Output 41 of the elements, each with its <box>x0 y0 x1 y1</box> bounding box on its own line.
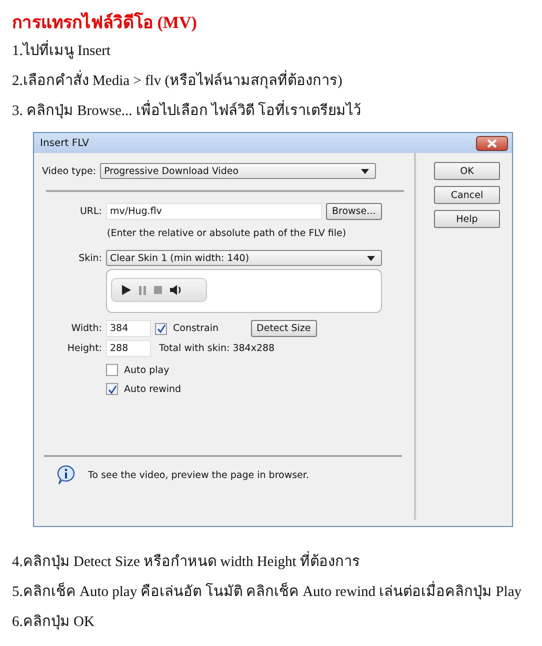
close-icon <box>487 138 497 148</box>
step-text: 1.ไปที่เมนู Insert <box>12 36 542 66</box>
checkbox-label: Auto play <box>124 364 170 376</box>
field-label: Skin: <box>78 252 102 264</box>
dropdown-arrow-icon <box>361 168 370 174</box>
step-text: 4.คลิกปุ่ม Detect Size หรือกำหนด width Height ที่ต้องการ <box>12 547 542 577</box>
browse-button[interactable]: Browse... <box>326 203 382 220</box>
video-type-dropdown[interactable]: Progressive Download Video <box>100 163 376 179</box>
info-icon <box>56 465 76 485</box>
close-button[interactable] <box>476 136 508 150</box>
url-field[interactable]: mv/Hug.flv <box>106 203 322 220</box>
step-text: 2.เลือกคำสั่ง Media > flv (หรือไฟล์นามสกุลที่ต้องการ) <box>12 66 542 96</box>
play-icon <box>122 285 131 295</box>
field-label: Height: <box>66 343 102 354</box>
field-label: URL: <box>78 206 102 217</box>
dialog-button[interactable]: Help <box>434 210 500 228</box>
checkbox[interactable] <box>106 383 118 395</box>
checkbox-label: Auto rewind <box>124 384 182 394</box>
window-title: Insert FLV <box>40 138 89 148</box>
heading: การแทรกไฟล์วิดีโอ (MV) <box>12 11 198 34</box>
height-field[interactable]: 288 <box>106 340 151 357</box>
dialog-button[interactable]: OK <box>434 162 500 180</box>
skin-dropdown[interactable]: Clear Skin 1 (min width: 140) <box>106 250 382 266</box>
dialog-button[interactable]: Cancel <box>434 186 500 204</box>
step-text: 5.คลิกเช็ค Auto play คือเล่นอัต โนมัติ คลิกเช็ค Auto rewind เล่นต่อเมื่อคลิกปุ่ม Play <box>12 577 542 607</box>
step-text: 6.คลิกปุ่ม OK <box>12 613 96 632</box>
field-label: Width: <box>70 323 102 334</box>
dropdown-arrow-icon <box>367 256 375 260</box>
checkbox[interactable] <box>155 322 167 334</box>
pause-icon <box>139 286 146 294</box>
checkbox[interactable] <box>106 364 118 376</box>
speaker-icon <box>170 285 182 295</box>
stop-icon <box>154 286 162 294</box>
field-label: Video type: <box>42 166 96 176</box>
checkbox-label: Constrain <box>173 323 219 334</box>
width-field[interactable]: 384 <box>106 320 151 337</box>
total-size-text: Total with skin: 384x288 <box>159 343 275 354</box>
hint-text: (Enter the relative or absolute path of the FLV file) <box>107 228 348 239</box>
step-text: 3. คลิกปุ่ม Browse... เพื่อไปเลือก ไฟล์วิดี โอที่เราเตรียมไว้ <box>12 96 542 126</box>
detect-size-button[interactable]: Detect Size <box>250 320 317 337</box>
info-text: To see the video, preview the page in browser. <box>88 470 309 480</box>
